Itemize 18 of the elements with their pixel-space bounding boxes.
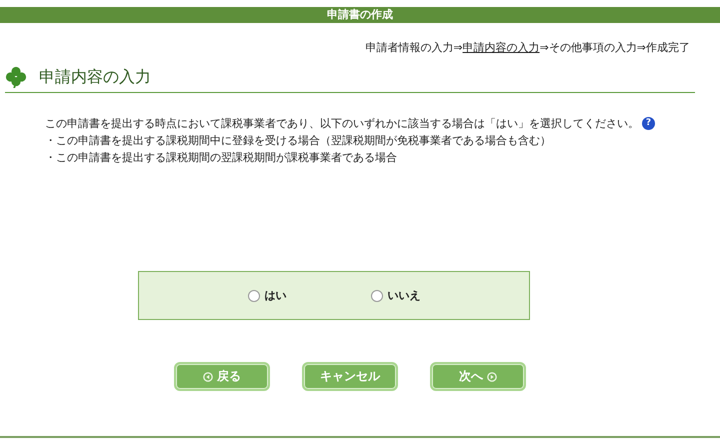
back-button[interactable]: 戻る bbox=[174, 362, 270, 391]
help-icon[interactable]: ? bbox=[642, 117, 655, 130]
breadcrumb-step[interactable]: 申請内容の入力 bbox=[462, 41, 540, 54]
header-title: 申請書の作成 bbox=[327, 8, 393, 21]
bullet-text: ・この申請書を提出する課税期間中に登録を受ける場合（翌課税期間が免税事業者である場合も含む） bbox=[45, 133, 552, 149]
radio-button[interactable] bbox=[248, 290, 260, 302]
instruction-text: この申請書を提出する時点において課税事業者であり、以下のいずれかに該当する場合は「はい」を選択してください。 bbox=[45, 116, 639, 132]
breadcrumb-step: ⇒ bbox=[453, 41, 463, 54]
breadcrumb-step: ⇒その他事項の入力⇒作成完了 bbox=[540, 41, 690, 54]
next-button[interactable]: 次へ bbox=[430, 362, 526, 391]
radio-label: はい bbox=[264, 288, 286, 303]
bullet-text: ・この申請書を提出する課税期間の翌課税期間が課税事業者である場合 bbox=[45, 150, 398, 166]
breadcrumb-step: 申請者情報の入力 bbox=[365, 41, 454, 54]
section-title: 申請内容の入力 bbox=[39, 66, 151, 88]
cancel-button[interactable]: キャンセル bbox=[302, 362, 398, 391]
radio-button[interactable] bbox=[370, 290, 382, 302]
radio-label: いいえ bbox=[388, 288, 420, 303]
clover-icon bbox=[5, 66, 27, 88]
